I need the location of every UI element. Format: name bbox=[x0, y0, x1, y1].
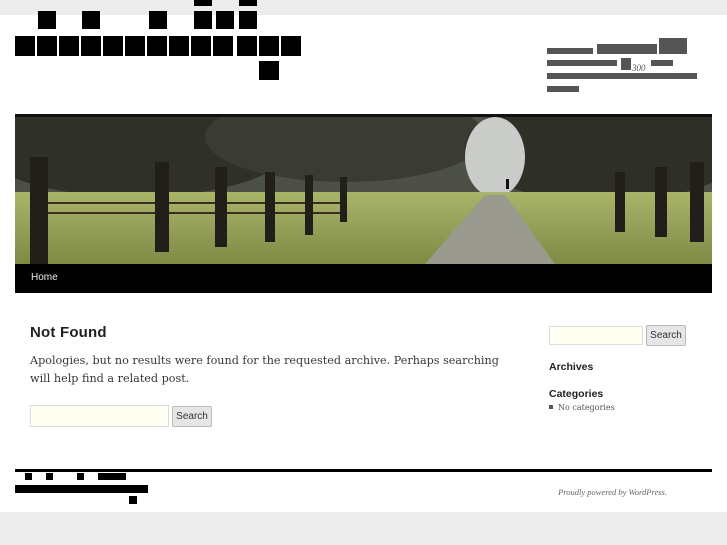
nav-home-link[interactable]: Home bbox=[31, 272, 58, 283]
page-title: Not Found bbox=[30, 324, 107, 341]
sidebar-search-button[interactable]: Search bbox=[646, 325, 686, 346]
site-description bbox=[547, 38, 707, 100]
site-title[interactable] bbox=[0, 0, 310, 85]
site-description-number: 300 bbox=[632, 63, 646, 73]
header-banner-image bbox=[15, 114, 712, 264]
footer-credit-link[interactable]: Proudly powered by WordPress. bbox=[558, 487, 667, 497]
content-search-input[interactable] bbox=[30, 405, 169, 427]
categories-widget-title: Categories bbox=[549, 388, 604, 400]
bullet-icon bbox=[549, 405, 553, 409]
not-found-message: Apologies, but no results were found for… bbox=[30, 354, 499, 385]
footer-divider bbox=[15, 469, 712, 472]
main-navigation: Home bbox=[15, 264, 712, 293]
archives-widget-title: Archives bbox=[549, 361, 594, 373]
sidebar-search-input[interactable] bbox=[549, 326, 643, 345]
content-search-button[interactable]: Search bbox=[172, 406, 212, 427]
categories-empty-label: No categories bbox=[558, 403, 615, 412]
page-bottom-background bbox=[0, 512, 727, 545]
categories-list-item: No categories bbox=[549, 403, 615, 412]
